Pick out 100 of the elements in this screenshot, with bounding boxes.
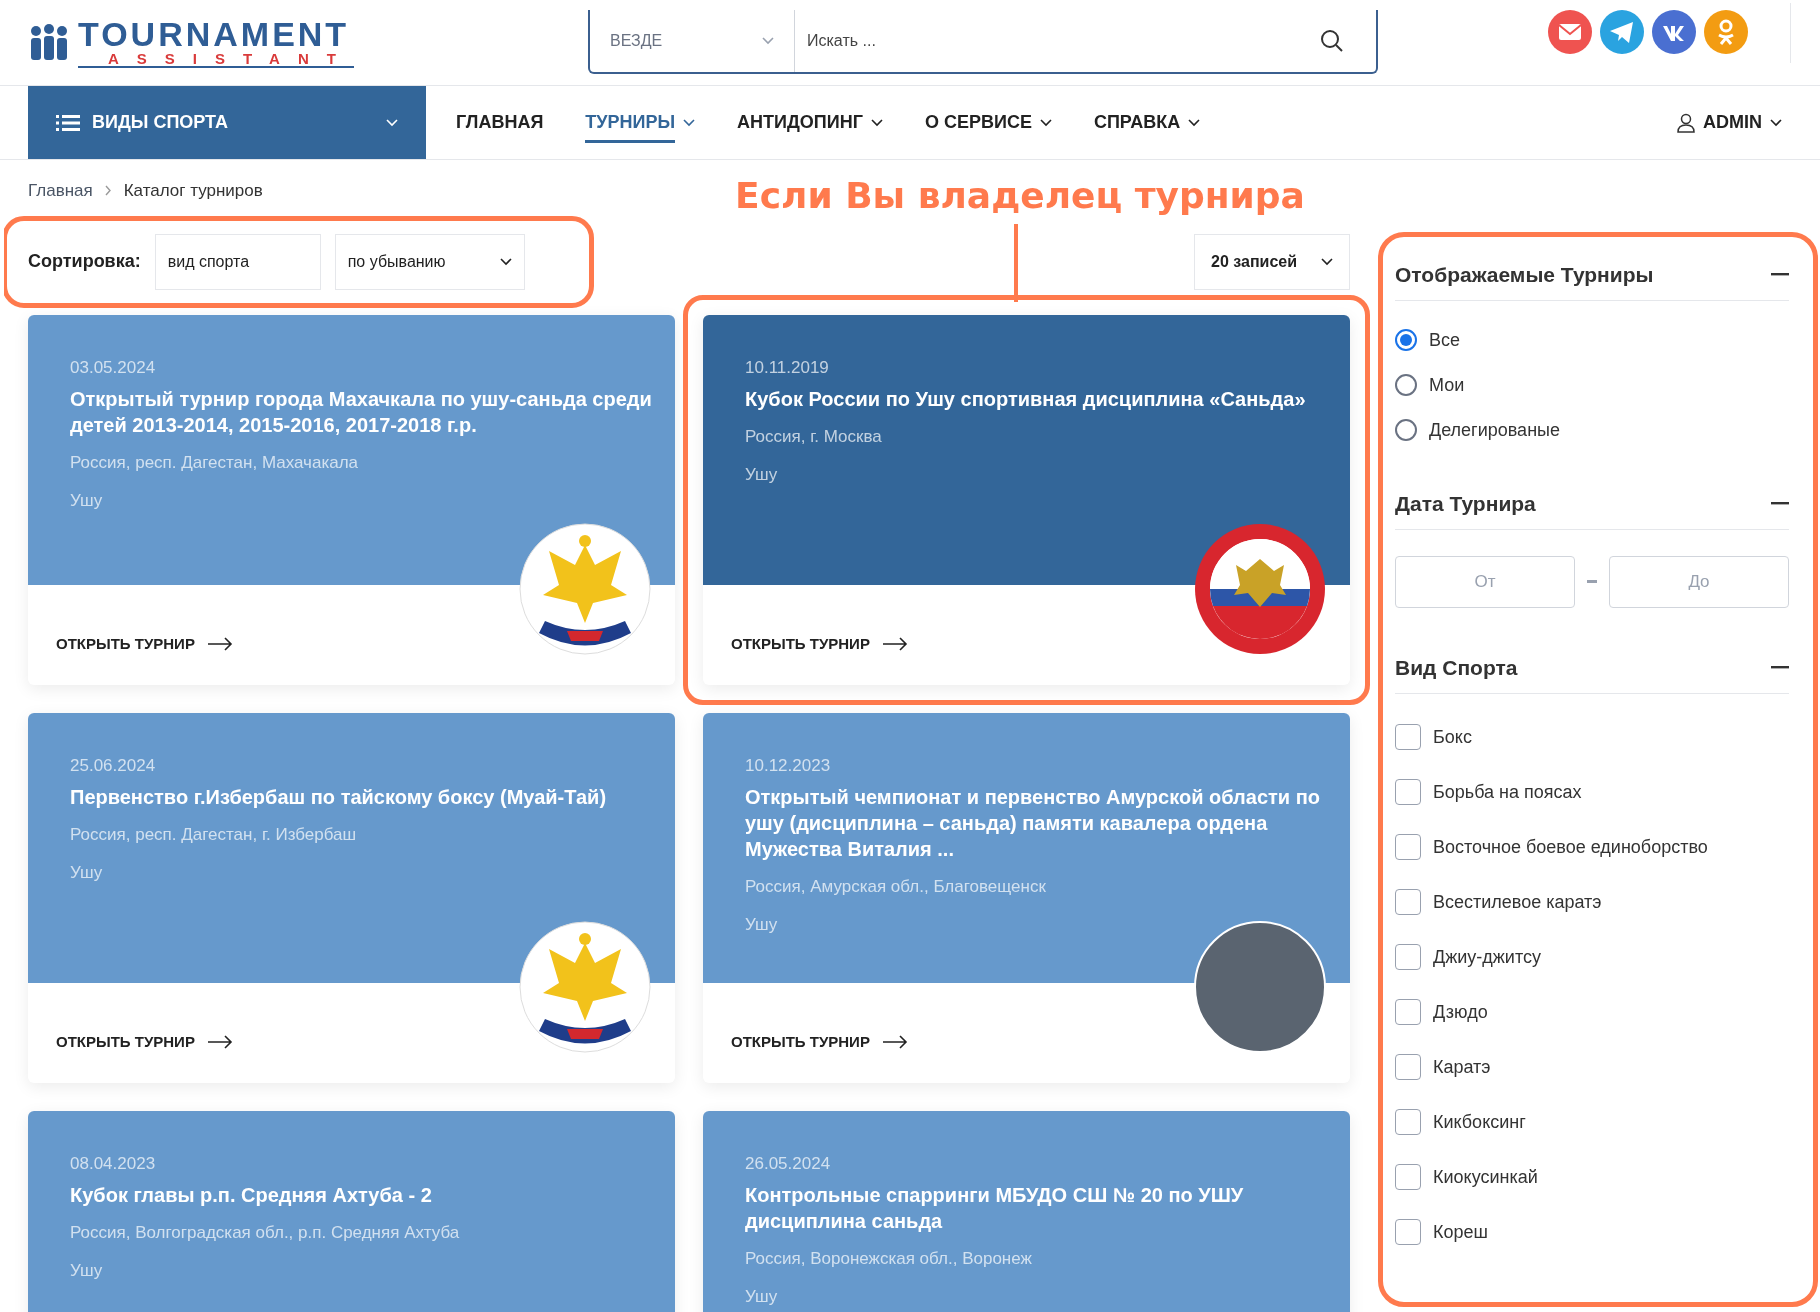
chevron-down-icon bbox=[1321, 257, 1333, 266]
date-to-field[interactable]: До bbox=[1609, 555, 1789, 608]
checkbox[interactable] bbox=[1395, 944, 1421, 970]
checkbox-option[interactable]: Всестилевое каратэ bbox=[1395, 888, 1789, 916]
open-tournament-link[interactable]: ОТКРЫТЬ ТУРНИР bbox=[731, 1030, 908, 1053]
filter-section-title: Дата Турнира bbox=[1395, 491, 1536, 518]
sort-order-dropdown[interactable]: по убыванию bbox=[334, 233, 525, 290]
radio-option[interactable]: Мои bbox=[1395, 371, 1789, 399]
people-logo-icon bbox=[28, 22, 70, 63]
collapse-icon[interactable] bbox=[1771, 666, 1789, 670]
card-sport: Ушу bbox=[70, 489, 104, 512]
card-location: Россия, г. Москва bbox=[745, 426, 883, 448]
card-location: Россия, Воронежская обл., Воронеж bbox=[745, 1248, 1033, 1270]
card-title: Кубок России по Ушу спортивная дисциплина «Саньда» bbox=[745, 387, 1307, 412]
card-title: Кубок главы р.п. Средняя Ахтуба - 2 bbox=[70, 1183, 433, 1208]
card-date: 10.12.2023 bbox=[745, 754, 832, 777]
open-tournament-link[interactable]: ОТКРЫТЬ ТУРНИР bbox=[56, 632, 233, 655]
open-tournament-link[interactable]: ОТКРЫТЬ ТУРНИР bbox=[56, 1030, 233, 1053]
checkbox-option[interactable]: Кикбоксинг bbox=[1395, 1108, 1789, 1136]
checkbox-option[interactable]: Джиу-джитсу bbox=[1395, 943, 1789, 971]
radio-option[interactable]: Делегированые bbox=[1395, 416, 1789, 444]
chevron-down-icon bbox=[386, 118, 398, 127]
logo-title: TOURNAMENT bbox=[78, 17, 351, 51]
checkbox-option[interactable]: Кореш bbox=[1395, 1218, 1789, 1246]
page-size-dropdown[interactable]: 20 записей bbox=[1194, 233, 1350, 290]
sort-field-dropdown[interactable]: вид спорта bbox=[154, 233, 321, 290]
date-from-field[interactable]: От bbox=[1395, 555, 1575, 608]
search-bar[interactable]: ВЕЗДЕ Искать ... bbox=[588, 9, 1378, 74]
filter-section-title: Вид Спорта bbox=[1395, 655, 1518, 682]
nav-link[interactable]: О СЕРВИСЕ bbox=[924, 109, 1052, 136]
sports-menu-button[interactable]: ВИДЫ СПОРТА bbox=[28, 86, 426, 159]
card-date: 25.06.2024 bbox=[70, 754, 157, 777]
checkbox[interactable] bbox=[1395, 779, 1421, 805]
annotation-caption: Если Вы владелец турнира bbox=[735, 178, 1305, 214]
checkbox-option[interactable]: Борьба на поясах bbox=[1395, 778, 1789, 806]
ok-icon[interactable] bbox=[1704, 9, 1748, 54]
card-sport: Ушу bbox=[70, 861, 104, 884]
checkbox[interactable] bbox=[1395, 1054, 1421, 1080]
nav-link[interactable]: ТУРНИРЫ bbox=[585, 102, 696, 143]
checkbox[interactable] bbox=[1395, 1164, 1421, 1190]
card-sport: Ушу bbox=[745, 463, 779, 486]
card-location: Россия, респ. Дагестан, Махачакала bbox=[70, 452, 360, 474]
search-icon[interactable] bbox=[1320, 28, 1344, 53]
open-tournament-link[interactable]: ОТКРЫТЬ ТУРНИР bbox=[731, 632, 908, 655]
menu-icon bbox=[56, 113, 80, 132]
search-scope-dropdown[interactable]: ВЕЗДЕ bbox=[590, 9, 795, 72]
sort-label: Сортировка: bbox=[28, 250, 141, 273]
logo-subtitle: ASSISTANT bbox=[78, 51, 354, 68]
arrow-right-icon bbox=[206, 1034, 233, 1049]
breadcrumb-current: Каталог турниров bbox=[123, 180, 263, 202]
chevron-down-icon bbox=[762, 36, 774, 45]
card-sport: Ушу bbox=[745, 913, 779, 936]
breadcrumb-link[interactable]: Главная bbox=[28, 178, 93, 204]
card-date: 03.05.2024 bbox=[70, 356, 157, 379]
user-icon bbox=[1677, 112, 1695, 133]
card-location: Россия, Амурская обл., Благовещенск bbox=[745, 876, 1047, 898]
chevron-right-icon bbox=[104, 185, 112, 197]
card-title: Контрольные спарринги МБУДО СШ № 20 по УШУ дисциплина саньда bbox=[745, 1183, 1245, 1234]
card-date: 10.11.2019 bbox=[745, 356, 830, 379]
card-sport: Ушу bbox=[745, 1285, 779, 1308]
checkbox-option[interactable]: Киокусинкай bbox=[1395, 1163, 1789, 1191]
card-date: 26.05.2024 bbox=[745, 1152, 832, 1175]
card-location: Россия, респ. Дагестан, г. Избербаш bbox=[70, 824, 358, 846]
checkbox-option[interactable]: Каратэ bbox=[1395, 1053, 1789, 1081]
checkbox[interactable] bbox=[1395, 1109, 1421, 1135]
checkbox-option[interactable]: Дзюдо bbox=[1395, 998, 1789, 1026]
radio-button[interactable] bbox=[1395, 419, 1417, 441]
search-field[interactable]: Искать ... bbox=[795, 9, 1320, 72]
card-date: 08.04.2023 bbox=[70, 1152, 157, 1175]
checkbox[interactable] bbox=[1395, 724, 1421, 750]
card-sport: Ушу bbox=[70, 1259, 104, 1282]
checkbox[interactable] bbox=[1395, 999, 1421, 1025]
paper-plane-icon[interactable] bbox=[1600, 9, 1644, 54]
checkbox-option[interactable]: Восточное боевое единоборство bbox=[1395, 833, 1789, 861]
filter-section-title: Отображаемые Турниры bbox=[1395, 262, 1654, 289]
radio-button[interactable] bbox=[1395, 329, 1417, 351]
card-location: Россия, Волгоградская обл., р.п. Средняя Ахтуба bbox=[70, 1222, 461, 1244]
arrow-right-icon bbox=[881, 1034, 908, 1049]
radio-option[interactable]: Все bbox=[1395, 326, 1789, 354]
nav-link[interactable]: СПРАВКА bbox=[1093, 109, 1201, 136]
checkbox[interactable] bbox=[1395, 889, 1421, 915]
range-dash-icon bbox=[1587, 580, 1597, 583]
mail-icon[interactable] bbox=[1548, 9, 1592, 54]
checkbox[interactable] bbox=[1395, 834, 1421, 860]
card-title: Открытый турнир города Махачкала по ушу-саньда среди детей 2013-2014, 2015-2016, 2017-2018 г.р. bbox=[70, 387, 653, 438]
card-title: Открытый чемпионат и первенство Амурской области по ушу (дисциплина – саньда) памяти кавалера ордена Мужества Виталия ... bbox=[745, 785, 1321, 862]
card-title: Первенство г.Избербаш по тайскому боксу (Муай-Тай) bbox=[70, 785, 608, 810]
arrow-right-icon bbox=[881, 636, 908, 651]
vk-icon[interactable] bbox=[1652, 9, 1696, 54]
checkbox[interactable] bbox=[1395, 1219, 1421, 1245]
user-menu[interactable]: ADMIN bbox=[1677, 109, 1782, 136]
nav-link[interactable]: АНТИДОПИНГ bbox=[737, 109, 883, 136]
radio-button[interactable] bbox=[1395, 374, 1417, 396]
chevron-down-icon bbox=[499, 257, 512, 266]
checkbox-option[interactable]: Бокс bbox=[1395, 723, 1789, 751]
chevron-down-icon bbox=[1770, 118, 1782, 127]
arrow-right-icon bbox=[206, 636, 233, 651]
collapse-icon[interactable] bbox=[1771, 502, 1789, 506]
nav-link[interactable]: ГЛАВНАЯ bbox=[456, 109, 544, 136]
collapse-icon[interactable] bbox=[1771, 273, 1789, 277]
